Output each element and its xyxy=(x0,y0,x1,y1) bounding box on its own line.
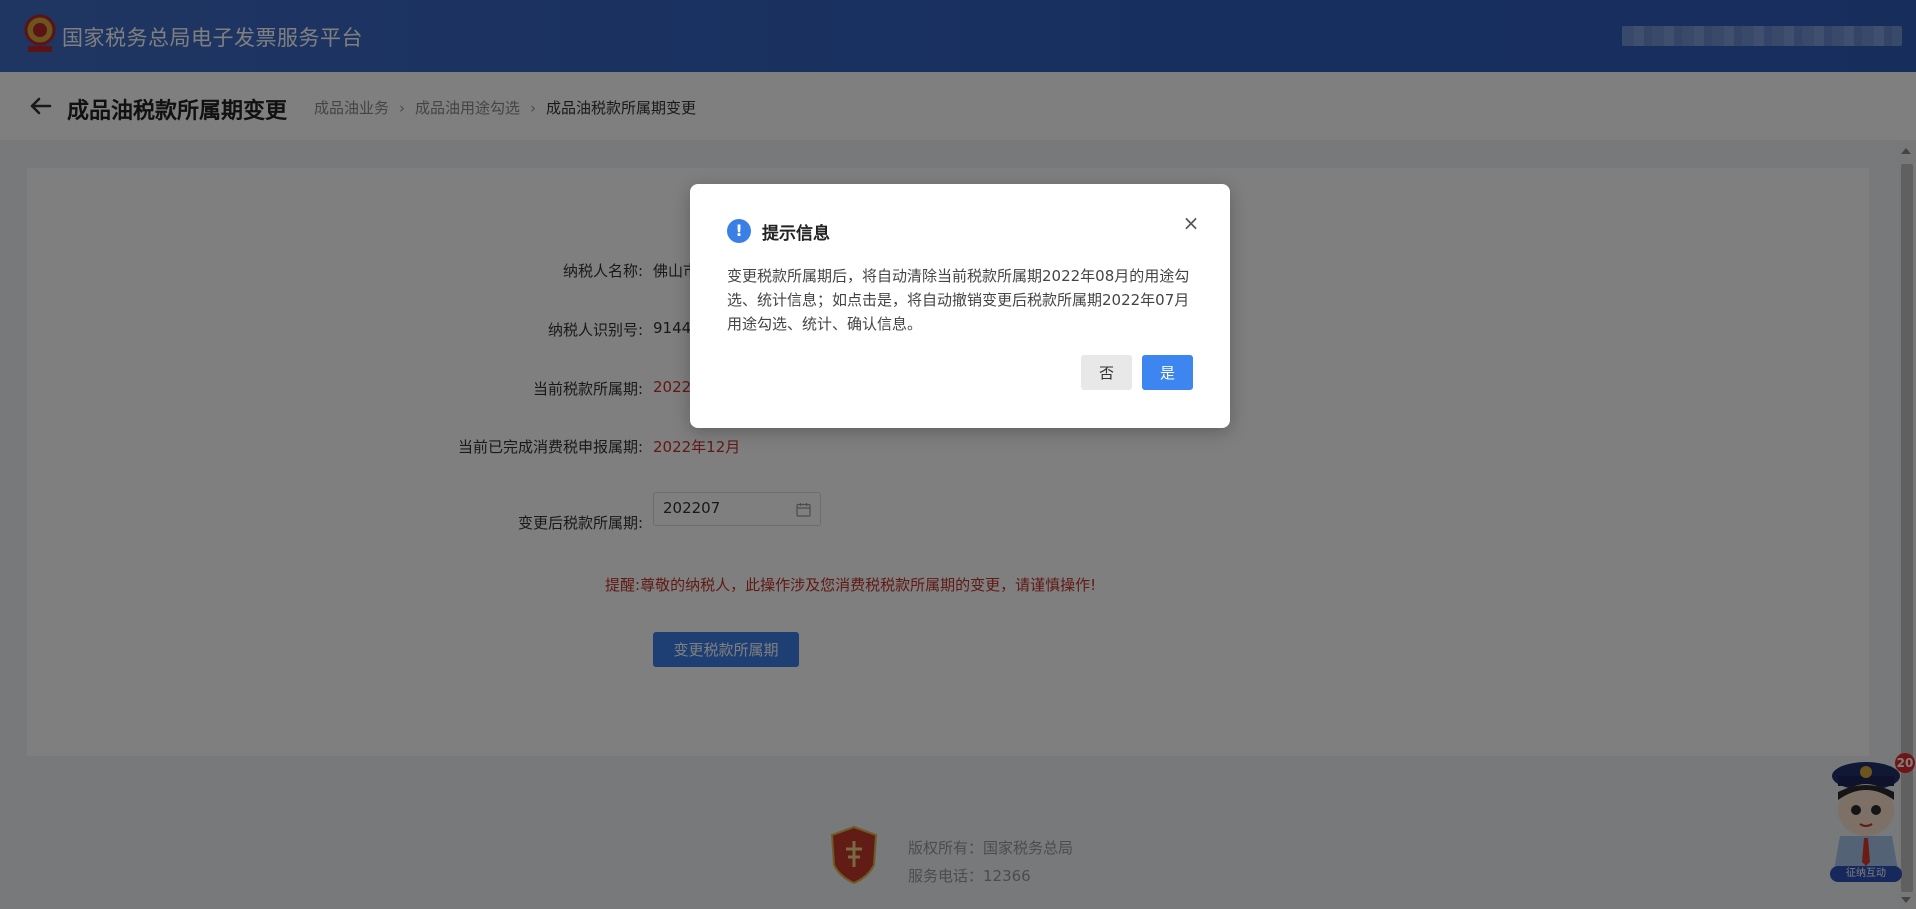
modal-overlay[interactable] xyxy=(0,0,1916,909)
dialog-message: 变更税款所属期后，将自动清除当前税款所属期2022年08月的用途勾选、统计信息；… xyxy=(727,267,1190,333)
exclamation-icon: ! xyxy=(727,219,751,243)
yes-button[interactable]: 是 xyxy=(1142,355,1193,390)
confirm-dialog: ! 提示信息 × 变更税款所属期后，将自动清除当前税款所属期2022年08月的用… xyxy=(690,184,1230,428)
no-button[interactable]: 否 xyxy=(1081,355,1132,390)
close-icon[interactable]: × xyxy=(1180,212,1202,234)
dialog-title: 提示信息 xyxy=(762,224,830,244)
